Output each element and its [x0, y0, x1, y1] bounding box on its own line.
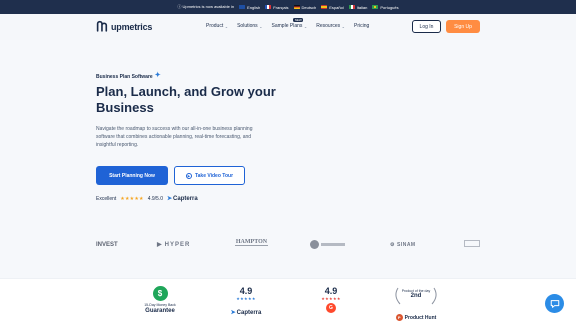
page-title: Plan, Launch, and Grow your Business	[96, 84, 276, 115]
brand-name: upmetrics	[111, 21, 153, 32]
signup-button[interactable]: Sign Up	[446, 20, 480, 33]
france-flag-icon	[265, 5, 272, 9]
product-hunt-icon: P	[395, 314, 403, 321]
capterra-rating-badge: 4.9 ★★★★★ ➤ Capterra	[228, 286, 264, 319]
client-mark-icon	[464, 240, 480, 247]
client-logo-invest: INVEST	[96, 242, 118, 248]
g2-rating-badge: 4.9 ★★★★★ G	[313, 286, 349, 313]
italy-flag-icon	[348, 5, 355, 9]
client-logos: INVEST ▶ HYPER HAMPTON ⚙ SINAM	[96, 238, 480, 254]
chevron-down-icon: ⌄	[259, 23, 263, 29]
chat-widget-button[interactable]	[545, 294, 564, 313]
rating-score: 4.9/5.0	[147, 195, 164, 202]
nav-menu: Product ⌄ Solutions ⌄ NEW Sample Plans ⌄…	[206, 18, 369, 29]
client-logo-6	[464, 240, 480, 247]
main-navigation: upmetrics Product ⌄ Solutions ⌄ NEW Samp…	[0, 14, 576, 40]
germany-flag-icon	[293, 5, 300, 9]
lang-portuguese[interactable]: Português	[372, 5, 399, 10]
brazil-flag-icon	[372, 5, 379, 9]
spain-flag-icon	[321, 5, 328, 9]
dollar-medal-icon: $	[152, 286, 168, 301]
nav-item-sample-plans[interactable]: NEW Sample Plans ⌄	[272, 18, 308, 29]
hyper-icon: ▶	[157, 242, 163, 248]
info-icon: ⓘ	[177, 4, 182, 9]
chat-bubble-icon	[550, 299, 559, 308]
trust-badges	[0, 278, 576, 324]
rating-stars: ★★★★★	[120, 195, 144, 202]
sinam-icon: ⚙	[390, 242, 395, 248]
capterra-logo: ➤ Capterra	[167, 195, 198, 203]
language-bar: ⓘ Upmetrics is now available in English …	[0, 0, 576, 14]
uk-flag-icon	[239, 5, 246, 9]
client-emblem-icon	[310, 240, 319, 249]
product-hunt-badge: Product of the day 2nd P Product Hunt	[392, 286, 440, 324]
lang-italian[interactable]: Italian	[348, 5, 367, 10]
nav-item-product[interactable]: Product ⌄	[206, 23, 228, 29]
lang-spanish[interactable]: Español	[321, 5, 344, 10]
new-badge: NEW	[293, 18, 304, 22]
g2-logo-icon: G	[326, 303, 336, 313]
hero-eyebrow: Business Plan Software ✦	[96, 72, 161, 80]
nav-item-pricing[interactable]: Pricing	[354, 23, 369, 29]
login-button[interactable]: Log In	[412, 20, 441, 33]
upmetrics-logo-icon	[96, 20, 108, 32]
capterra-icon: ➤	[167, 196, 173, 202]
client-logo-hyper: ▶ HYPER	[157, 241, 191, 249]
sparkle-icon: ✦	[154, 72, 161, 79]
nav-item-resources[interactable]: Resources ⌄	[316, 23, 345, 29]
video-tour-button[interactable]: ▶ Take Video Tour	[174, 166, 245, 185]
nav-item-solutions[interactable]: Solutions ⌄	[237, 23, 262, 29]
lang-german[interactable]: Deutsch	[293, 5, 316, 10]
client-logo-4	[310, 240, 345, 249]
client-logo-sinam: ⚙ SINAM	[390, 242, 416, 248]
start-planning-button[interactable]: Start Planning Now	[96, 166, 168, 185]
play-icon: ▶	[185, 172, 192, 179]
chevron-down-icon: ⌄	[341, 23, 346, 29]
lang-french[interactable]: Français	[265, 5, 289, 10]
capterra-icon: ➤	[230, 310, 236, 316]
rating-label: Excellent	[96, 195, 117, 202]
brand-logo[interactable]: upmetrics	[96, 20, 152, 33]
money-back-badge: $ 15-Day Money Back Guarantee	[140, 286, 180, 314]
capterra-stars: ★★★★★	[236, 296, 256, 301]
rating-summary: Excellent ★★★★★ 4.9/5.0 ➤ Capterra	[96, 195, 198, 203]
chevron-down-icon: ⌄	[224, 23, 229, 29]
language-notice: ⓘ Upmetrics is now available in	[177, 4, 235, 9]
client-logo-hampton: HAMPTON	[235, 239, 268, 246]
g2-stars: ★★★★★	[321, 296, 341, 301]
lang-english[interactable]: English	[239, 5, 260, 10]
chevron-down-icon: ⌄	[303, 23, 308, 29]
hero-description: Navigate the roadmap to success with our…	[96, 126, 253, 148]
